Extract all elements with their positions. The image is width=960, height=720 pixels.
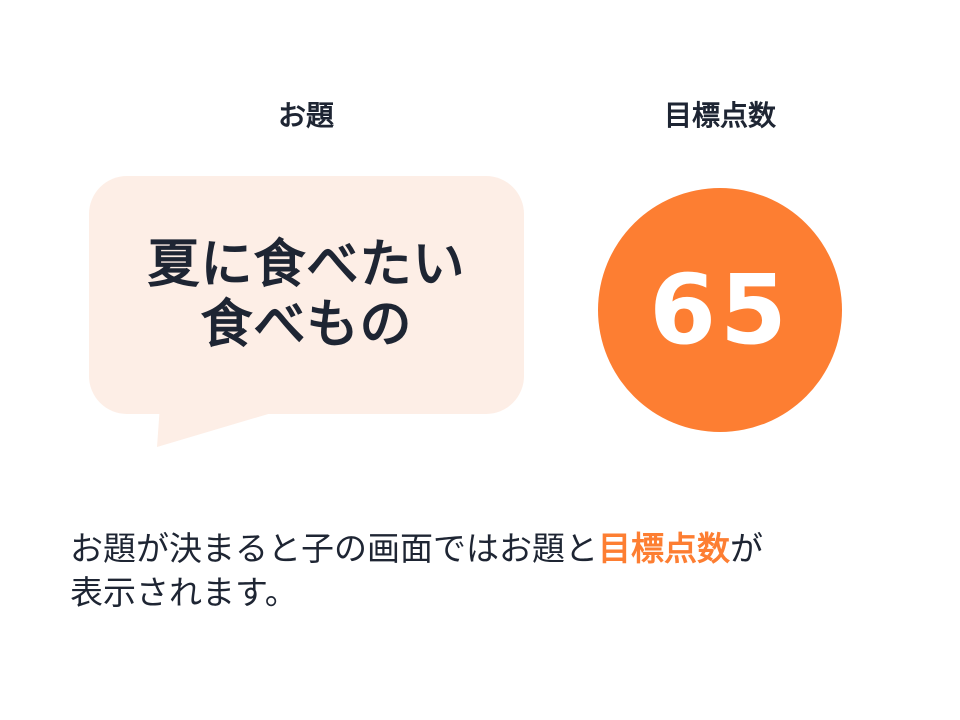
caption-line2: 表示されます。	[70, 573, 298, 612]
caption-highlight: 目標点数	[598, 529, 730, 568]
topic-text-line2: 食べもの	[200, 295, 413, 355]
target-score-label: 目標点数	[663, 99, 776, 132]
topic-speech-bubble: 夏に食べたい 食べもの	[89, 176, 524, 414]
topic-text-line1: 夏に食べたい	[147, 235, 466, 295]
caption: お題が決まると子の画面ではお題と目標点数が 表示されます。	[70, 527, 900, 615]
topic-text: 夏に食べたい 食べもの	[147, 235, 465, 355]
target-score-circle: 65	[598, 188, 842, 432]
caption-part1: お題が決まると子の画面ではお題と	[70, 529, 598, 568]
topic-label: お題	[277, 99, 334, 132]
caption-part2: が	[730, 529, 763, 568]
target-score-value: 65	[649, 254, 791, 366]
